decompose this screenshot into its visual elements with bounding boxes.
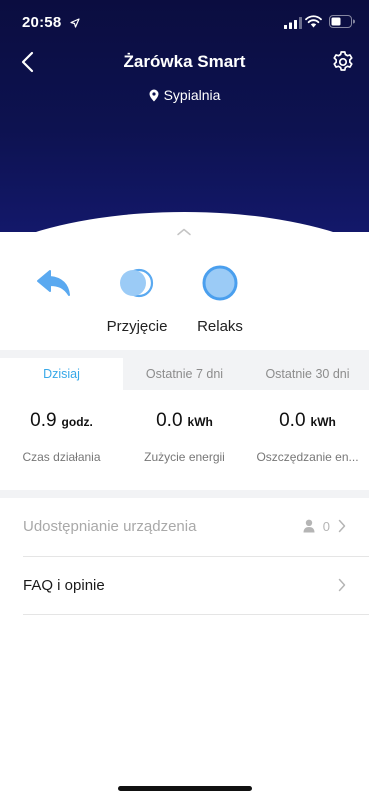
scene-label: Przyjęcie xyxy=(106,318,168,335)
tab-last-7-days[interactable]: Ostatnie 7 dni xyxy=(123,358,246,390)
scene-share[interactable] xyxy=(14,258,94,336)
location-arrow-icon xyxy=(70,15,80,33)
period-tabs: Dzisiaj Ostatnie 7 dni Ostatnie 30 dni xyxy=(0,358,369,390)
status-time: 20:58 xyxy=(22,14,62,31)
collapse-handle[interactable] xyxy=(176,223,192,241)
chevron-up-icon xyxy=(177,228,191,236)
shared-users-count: 0 xyxy=(322,518,330,534)
share-arrow-icon xyxy=(29,258,79,308)
usage-stats: 0.9 godz. Czas działania 0.0 kWh Zużycie… xyxy=(0,410,369,470)
party-toggle-icon xyxy=(112,258,162,308)
stat-energy-saving: 0.0 kWh Oszczędzanie en... xyxy=(246,410,369,470)
chevron-right-icon xyxy=(338,578,346,592)
stat-value: 0.0 xyxy=(156,410,183,431)
faq-label: FAQ i opinie xyxy=(23,576,105,594)
device-location: Sypialnia xyxy=(0,87,369,103)
tab-today[interactable]: Dzisiaj xyxy=(0,358,123,390)
stat-label: Zużycie energii xyxy=(144,450,225,464)
stat-unit: kWh xyxy=(310,415,336,429)
scene-relax[interactable]: Relaks xyxy=(180,258,260,336)
settings-button[interactable] xyxy=(331,50,355,74)
user-icon xyxy=(303,519,315,533)
section-divider xyxy=(0,350,369,358)
faq-row[interactable]: FAQ i opinie xyxy=(0,557,369,613)
scene-party[interactable]: Przyjęcie xyxy=(97,258,177,336)
stat-value: 0.9 xyxy=(30,410,57,431)
cellular-signal-icon xyxy=(284,16,302,34)
device-sharing-row[interactable]: Udostępnianie urządzenia 0 xyxy=(0,498,369,554)
status-bar: 20:58 xyxy=(0,0,369,44)
wifi-icon xyxy=(305,15,322,33)
device-title: Żarówka Smart xyxy=(123,52,246,71)
gear-icon xyxy=(333,51,353,71)
stat-unit: godz. xyxy=(61,415,93,429)
stat-energy-usage: 0.0 kWh Zużycie energii xyxy=(123,410,246,470)
chevron-right-icon xyxy=(338,519,346,533)
tab-last-30-days[interactable]: Ostatnie 30 dni xyxy=(246,358,369,390)
stat-unit: kWh xyxy=(187,415,213,429)
battery-icon xyxy=(329,15,355,33)
row-divider xyxy=(23,614,369,615)
relax-circle-icon xyxy=(195,258,245,308)
device-sharing-label: Udostępnianie urządzenia xyxy=(23,517,197,535)
stat-label: Czas działania xyxy=(22,450,101,464)
location-pin-icon xyxy=(149,89,159,101)
home-indicator xyxy=(118,786,252,791)
stat-uptime: 0.9 godz. Czas działania xyxy=(0,410,123,470)
scene-bar: Przyjęcie Relaks xyxy=(0,258,369,348)
stat-value: 0.0 xyxy=(279,410,306,431)
section-divider xyxy=(0,490,369,498)
stat-label: Oszczędzanie en... xyxy=(256,450,359,464)
scene-label: Relaks xyxy=(197,318,243,335)
location-label: Sypialnia xyxy=(163,87,221,103)
